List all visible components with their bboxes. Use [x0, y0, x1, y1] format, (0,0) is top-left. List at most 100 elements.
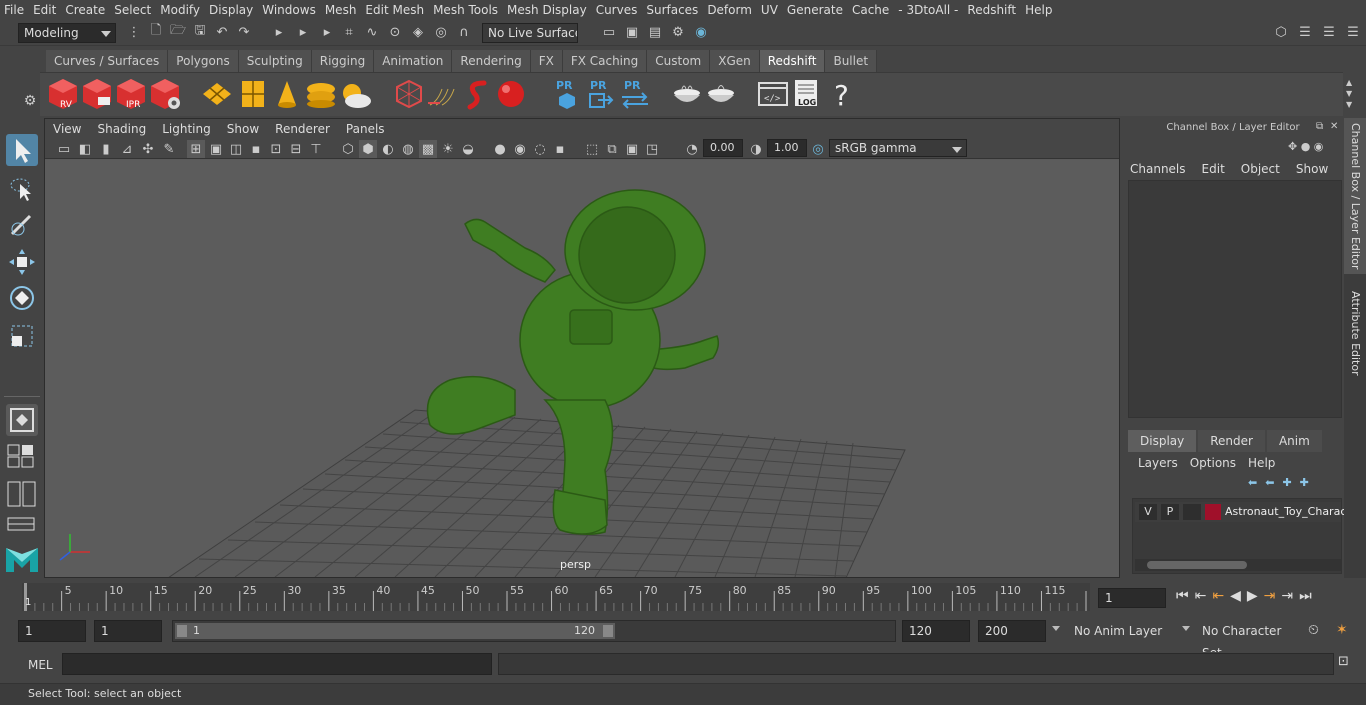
layer-row[interactable]: V P Astronaut_Toy_Charac	[1135, 502, 1346, 522]
character-set-selector[interactable]: No Character Set	[1196, 620, 1300, 660]
shelf-tab-rendering[interactable]: Rendering	[452, 50, 531, 72]
perspective-viewport[interactable]: View Shading Lighting Show Renderer Panels ▭ …	[44, 118, 1120, 578]
view-transform-selector[interactable]: sRGB gamma	[829, 139, 967, 157]
viewport-menu-view[interactable]: View	[45, 122, 89, 136]
channel-box-tool-icons[interactable]: ✥ ● ◉	[1288, 140, 1323, 153]
menu-create[interactable]: Create	[61, 0, 110, 20]
move-tool-icon[interactable]	[6, 246, 38, 278]
rotate-tool-icon[interactable]	[6, 282, 38, 314]
redo-icon[interactable]: ↷	[235, 23, 253, 41]
workspace-menu-selector[interactable]: Modeling	[18, 23, 116, 43]
menu-cache[interactable]: Cache	[848, 0, 894, 20]
shelf-scroll-arrows[interactable]: ▲ ▼ ▼	[1346, 77, 1352, 110]
redshift-dome-light-icon[interactable]	[304, 77, 338, 111]
shelf-tab-bullet[interactable]: Bullet	[825, 50, 878, 72]
grid-icon[interactable]: ⊞	[187, 140, 205, 158]
playback-end-field[interactable]: 120	[902, 620, 970, 642]
show-manipulator-icon[interactable]	[6, 404, 38, 436]
select-hierarchy-icon[interactable]: ▸	[270, 23, 288, 41]
redshift-portal-light-icon[interactable]	[236, 77, 270, 111]
redshift-render-settings-icon[interactable]	[148, 77, 182, 111]
current-frame-field[interactable]: 1	[1098, 588, 1166, 608]
redshift-volume-icon[interactable]	[460, 77, 494, 111]
shadows-icon[interactable]: ◒	[459, 140, 477, 158]
menu-modify[interactable]: Modify	[156, 0, 205, 20]
paint-select-tool-icon[interactable]	[6, 208, 38, 240]
isolate-select-icon[interactable]: ⬚	[583, 140, 601, 158]
shelf-tab-redshift[interactable]: Redshift	[759, 50, 826, 72]
render-setup-icon[interactable]: ▭	[600, 23, 618, 41]
shelf-tab-fx[interactable]: FX	[530, 50, 563, 72]
gamma-field[interactable]: 1.00	[767, 139, 807, 157]
gate-mask-icon[interactable]: ▪	[247, 140, 265, 158]
viewport-menu-show[interactable]: Show	[219, 122, 267, 136]
select-tool-icon[interactable]	[6, 134, 38, 166]
single-perspective-layout-icon[interactable]	[6, 442, 38, 470]
playback-start-field[interactable]: 1	[94, 620, 162, 642]
redshift-pr-export-icon[interactable]: PR	[584, 77, 618, 111]
menu-redshift[interactable]: Redshift	[963, 0, 1021, 20]
redshift-ies-light-icon[interactable]	[270, 77, 304, 111]
color-management-icon[interactable]: ◎	[809, 140, 827, 158]
redshift-sphere-icon[interactable]	[494, 77, 528, 111]
layer-playback-toggle[interactable]: P	[1161, 504, 1179, 520]
animation-start-field[interactable]: 1	[18, 620, 86, 642]
shelf-tab-sculpting[interactable]: Sculpting	[238, 50, 312, 72]
redshift-ipr-icon[interactable]: IPR	[114, 77, 148, 111]
scale-tool-icon[interactable]	[6, 320, 38, 352]
use-all-lights-icon[interactable]: ☀	[439, 140, 457, 158]
modeling-toolkit-icon[interactable]: ⬡	[1272, 23, 1290, 41]
menu-uv[interactable]: UV	[757, 0, 783, 20]
scene-view[interactable]	[45, 160, 1119, 577]
render-frame-icon[interactable]: ▣	[623, 23, 641, 41]
animation-preferences-icon[interactable]: ✶	[1336, 622, 1348, 638]
character-set-dropdown-icon[interactable]	[1182, 626, 1190, 631]
shelf-tab-rigging[interactable]: Rigging	[311, 50, 375, 72]
shelf-tab-curves-surfaces[interactable]: Curves / Surfaces	[46, 50, 169, 72]
anim-layer-dropdown-icon[interactable]	[1052, 626, 1060, 631]
redshift-batch-render-icon[interactable]	[80, 77, 114, 111]
layer-color-swatch[interactable]	[1205, 504, 1221, 520]
menu-deform[interactable]: Deform	[703, 0, 757, 20]
play-backwards-icon[interactable]: ◀	[1230, 588, 1241, 604]
image-plane-icon[interactable]: ⊿	[118, 140, 136, 158]
viewport-menu-lighting[interactable]: Lighting	[154, 122, 219, 136]
select-camera-icon[interactable]: ▭	[55, 140, 73, 158]
create-layer-from-selected-icon[interactable]: ✚	[1300, 476, 1309, 489]
select-object-icon[interactable]: ▸	[294, 23, 312, 41]
layer-visibility-toggle[interactable]: V	[1139, 504, 1157, 520]
menu-mesh[interactable]: Mesh	[321, 0, 362, 20]
camera-attributes-icon[interactable]: ◧	[76, 140, 94, 158]
ipr-render-icon[interactable]: ▤	[646, 23, 664, 41]
safe-action-icon[interactable]: ⊟	[287, 140, 305, 158]
mel-language-toggle[interactable]: MEL	[28, 656, 53, 674]
motion-blur-icon[interactable]: ◉	[511, 140, 529, 158]
viewport-canvas[interactable]: persp	[45, 160, 1119, 577]
exposure-icon[interactable]: ◔	[683, 140, 701, 158]
menu-windows[interactable]: Windows	[258, 0, 321, 20]
menu-edit-mesh[interactable]: Edit Mesh	[361, 0, 429, 20]
depth-of-field-icon[interactable]: ▪	[551, 140, 569, 158]
two-d-pan-zoom-icon[interactable]: ✣	[139, 140, 157, 158]
menu-mesh-tools[interactable]: Mesh Tools	[429, 0, 503, 20]
render-settings-icon[interactable]: ⚙	[669, 23, 687, 41]
hypershade-icon[interactable]: ◉	[692, 23, 710, 41]
snap-curve-icon[interactable]: ∿	[363, 23, 381, 41]
go-to-end-icon[interactable]: ⏭	[1299, 588, 1312, 604]
attribute-editor-toggle-icon[interactable]: ☰	[1296, 23, 1314, 41]
shelf-tab-fx-caching[interactable]: FX Caching	[562, 50, 648, 72]
select-component-icon[interactable]: ▸	[318, 23, 336, 41]
anim-layer-selector[interactable]: No Anim Layer	[1068, 620, 1176, 642]
step-forward-key-icon[interactable]: ⇥	[1281, 588, 1293, 604]
viewport-menu-panels[interactable]: Panels	[338, 122, 393, 136]
redshift-hair-icon[interactable]	[426, 77, 460, 111]
redshift-help-icon[interactable]: ?	[824, 77, 858, 112]
live-surface-field[interactable]: No Live Surface	[482, 23, 578, 43]
range-slider-right-grip[interactable]	[603, 625, 613, 637]
channel-box-attribute-list[interactable]	[1128, 180, 1342, 418]
snap-grid-icon[interactable]: ⌗	[340, 23, 358, 41]
move-layer-up-icon[interactable]: ⬅	[1248, 476, 1257, 489]
exposure-field[interactable]: 0.00	[703, 139, 743, 157]
layer-tab-render[interactable]: Render	[1198, 430, 1265, 452]
multisample-aa-icon[interactable]: ◌	[531, 140, 549, 158]
